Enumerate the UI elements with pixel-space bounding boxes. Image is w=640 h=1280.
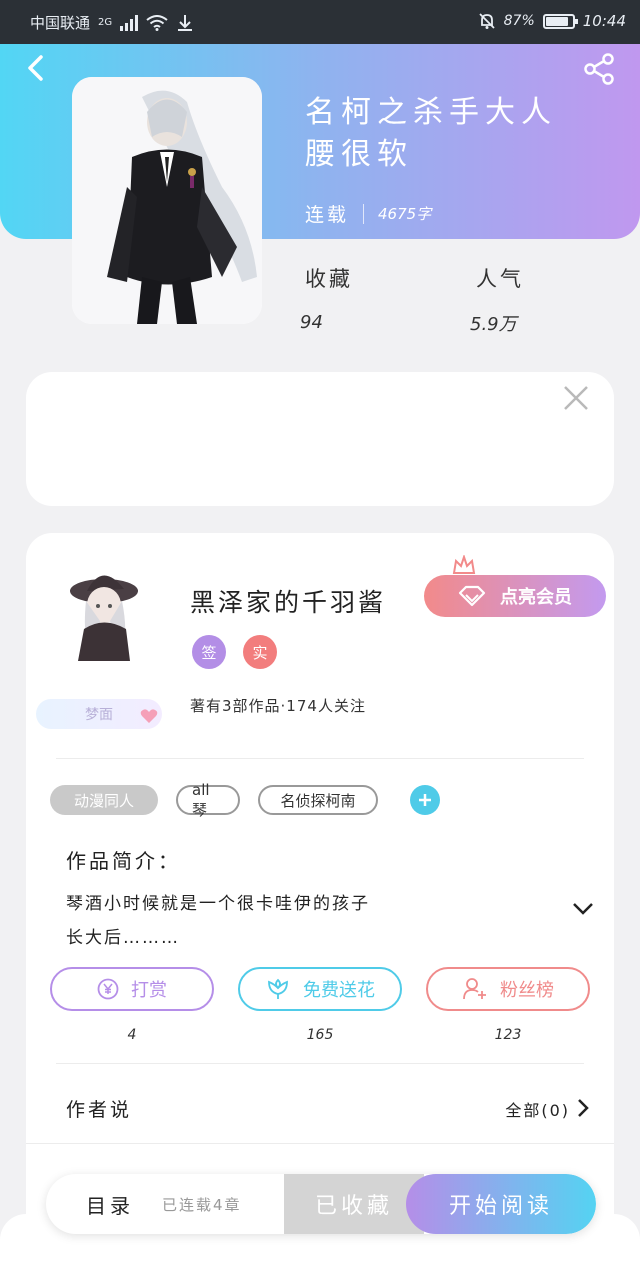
avatar-illustration bbox=[70, 575, 138, 661]
user-plus-icon bbox=[463, 978, 486, 1000]
signal-icon bbox=[120, 14, 139, 31]
activate-member-button[interactable]: 点亮会员 bbox=[424, 575, 606, 617]
author-name[interactable]: 黑泽家的千羽酱 bbox=[190, 583, 386, 619]
chevron-right-icon bbox=[578, 1099, 589, 1117]
popularity-label: 人气 bbox=[476, 267, 524, 291]
book-cover[interactable] bbox=[72, 77, 262, 324]
popularity-value: 5.9万 bbox=[470, 314, 517, 335]
intro-heading: 作品简介： bbox=[66, 849, 181, 873]
mute-bell-icon bbox=[479, 13, 495, 29]
carrier-label: 中国联通 bbox=[30, 14, 91, 32]
flower-icon bbox=[268, 978, 288, 999]
start-reading-button[interactable]: 开始阅读 bbox=[406, 1174, 596, 1234]
clock: 10:44 bbox=[582, 12, 626, 30]
share-icon[interactable] bbox=[582, 52, 616, 86]
download-icon bbox=[178, 14, 193, 31]
book-status-line: 连载 4675字 bbox=[305, 200, 431, 227]
tag-item[interactable]: 名侦探柯南 bbox=[258, 785, 378, 815]
status-bar: 中国联通 2G 87% 10:44 bbox=[0, 0, 640, 44]
close-icon[interactable] bbox=[562, 384, 590, 412]
plus-icon bbox=[419, 794, 431, 806]
member-button-label: 点亮会员 bbox=[500, 587, 572, 608]
author-note-row[interactable]: 作者说 全部(0) bbox=[26, 1073, 614, 1143]
battery-icon bbox=[542, 13, 578, 29]
fan-ranking-button[interactable]: 粉丝榜 bbox=[426, 967, 590, 1011]
word-count: 4675字 bbox=[378, 205, 432, 223]
flower-count: 165 bbox=[306, 1027, 334, 1043]
divider bbox=[26, 1143, 614, 1144]
heart-icon bbox=[140, 709, 158, 723]
collected-button[interactable]: 已收藏 bbox=[284, 1174, 424, 1234]
tip-button-label: 打赏 bbox=[131, 980, 167, 1001]
book-title: 名柯之杀手大人 腰很软 bbox=[305, 92, 605, 176]
book-detail-card: 梦面 黑泽家的千羽酱 签 实 著有3部作品·174人关注 点亮会员 动漫同人 a… bbox=[26, 533, 614, 1253]
expand-chevron-icon[interactable] bbox=[571, 901, 595, 917]
add-tag-button[interactable] bbox=[410, 785, 440, 815]
catalog-button[interactable]: 目录 已连载4章 bbox=[46, 1174, 286, 1234]
signed-badge: 签 bbox=[192, 635, 226, 669]
send-flower-label: 免费送花 bbox=[303, 980, 375, 1001]
battery-fill bbox=[545, 16, 569, 26]
divider bbox=[56, 1063, 584, 1064]
tag-item[interactable]: 动漫同人 bbox=[50, 785, 158, 815]
start-reading-label: 开始阅读 bbox=[448, 1194, 553, 1219]
status-divider bbox=[363, 203, 365, 224]
tip-button[interactable]: 打赏 bbox=[50, 967, 214, 1011]
fan-count: 123 bbox=[494, 1027, 522, 1043]
author-avatar[interactable] bbox=[52, 561, 152, 661]
status-left: 中国联通 2G bbox=[30, 12, 194, 33]
author-summary: 著有3部作品·174人关注 bbox=[190, 697, 366, 715]
back-icon[interactable] bbox=[20, 52, 52, 84]
diamond-icon bbox=[458, 585, 486, 607]
send-flower-button[interactable]: 免费送花 bbox=[238, 967, 402, 1011]
wifi-icon bbox=[146, 14, 168, 31]
bottom-action-bar: 目录 已连载4章 已收藏 开始阅读 bbox=[46, 1174, 596, 1234]
tag-item[interactable]: all琴 bbox=[176, 781, 240, 819]
author-note-all: 全部(0) bbox=[505, 1101, 570, 1120]
fan-ranking-label: 粉丝榜 bbox=[500, 980, 554, 1001]
chapter-status: 已连载4章 bbox=[162, 1195, 242, 1214]
catalog-label: 目录 bbox=[86, 1193, 134, 1218]
status-right: 87% 10:44 bbox=[478, 12, 626, 30]
tag-row: 动漫同人 all琴 名侦探柯南 bbox=[50, 781, 440, 819]
cover-illustration bbox=[72, 77, 262, 324]
battery-percent: 87% bbox=[503, 13, 535, 29]
yen-coin-icon bbox=[97, 978, 119, 1000]
ad-banner[interactable] bbox=[26, 372, 614, 506]
tip-count: 4 bbox=[127, 1027, 137, 1043]
serial-status: 连载 bbox=[305, 204, 350, 226]
crown-icon bbox=[452, 555, 476, 574]
verified-badge: 实 bbox=[243, 635, 277, 669]
book-title-line2: 腰很软 bbox=[305, 137, 413, 172]
author-note-label: 作者说 bbox=[66, 1099, 133, 1121]
network-type: 2G bbox=[98, 17, 113, 28]
intro-line2: 长大后……… bbox=[66, 928, 180, 948]
book-title-line1: 名柯之杀手大人 bbox=[305, 95, 557, 130]
collected-label: 已收藏 bbox=[314, 1194, 393, 1219]
favorites-value: 94 bbox=[300, 312, 323, 333]
favorites-label: 收藏 bbox=[305, 267, 353, 291]
intro-line1: 琴酒小时候就是一个很卡哇伊的孩子 bbox=[66, 894, 370, 914]
divider bbox=[56, 758, 584, 759]
